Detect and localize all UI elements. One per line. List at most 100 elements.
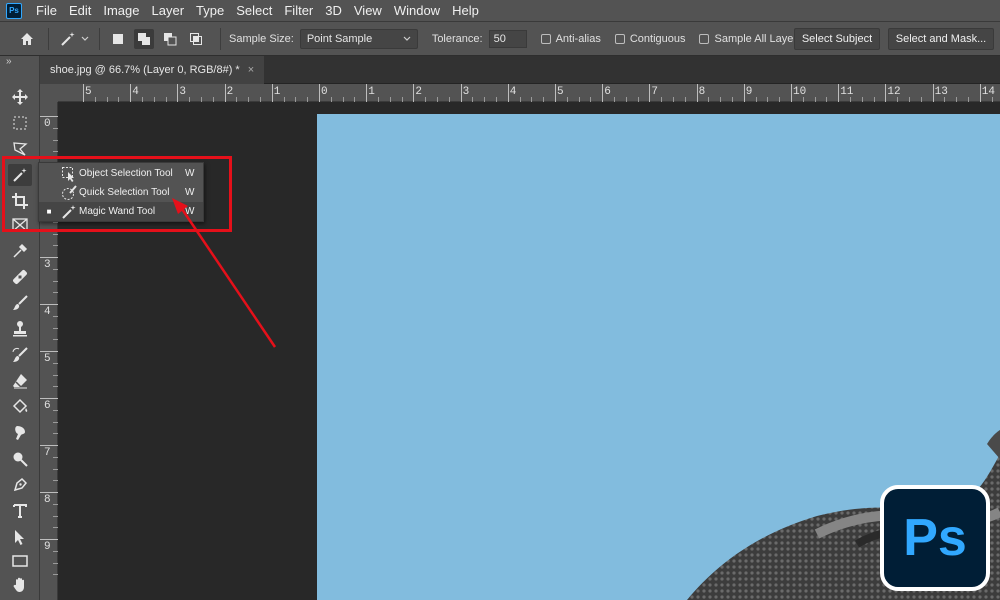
home-icon[interactable]	[16, 28, 38, 50]
ruler-label: 7	[44, 447, 51, 459]
type-tool-icon[interactable]	[8, 500, 32, 522]
menu-file[interactable]: File	[30, 0, 63, 22]
menu-window[interactable]: Window	[388, 0, 446, 22]
clone-stamp-tool-icon[interactable]	[8, 318, 32, 340]
chevron-down-icon[interactable]	[79, 28, 91, 50]
ruler-tick	[649, 84, 651, 102]
contiguous-checkbox[interactable]: Contiguous	[614, 32, 686, 45]
menu-filter[interactable]: Filter	[278, 0, 319, 22]
ruler-label: 1	[368, 86, 375, 98]
smudge-tool-icon[interactable]	[8, 422, 32, 444]
subtract-from-selection-icon[interactable]	[160, 29, 180, 49]
move-tool-icon[interactable]	[8, 86, 32, 108]
ruler-tick	[413, 84, 415, 102]
ruler-tick	[271, 84, 273, 102]
hand-tool-icon[interactable]	[8, 574, 32, 596]
dodge-tool-icon[interactable]	[8, 448, 32, 470]
ruler-label: 2	[415, 86, 422, 98]
magic-wand-preset-icon[interactable]	[57, 28, 79, 50]
ruler-tick	[319, 84, 320, 102]
menu-image[interactable]: Image	[97, 0, 145, 22]
new-selection-icon[interactable]	[108, 29, 128, 49]
sample-size-value: Point Sample	[306, 32, 373, 45]
ruler-tick	[130, 84, 132, 102]
ruler-label: 12	[887, 86, 901, 98]
ruler-label: 4	[132, 86, 139, 98]
history-brush-tool-icon[interactable]	[8, 344, 32, 366]
anti-alias-checkbox[interactable]: Anti-alias	[540, 32, 601, 45]
collapse-panel-icon[interactable]: »	[6, 56, 12, 67]
ruler-tick	[743, 84, 745, 102]
ruler-label: 6	[604, 86, 611, 98]
marquee-tool-icon[interactable]	[8, 112, 32, 134]
menu-bar: Ps File Edit Image Layer Type Select Fil…	[0, 0, 1000, 22]
ruler-tick	[602, 84, 604, 102]
ruler-tick	[40, 351, 58, 352]
divider	[99, 27, 100, 50]
anti-alias-label: Anti-alias	[555, 32, 601, 45]
ruler-tick	[40, 445, 58, 446]
ruler-label: 5	[85, 86, 92, 98]
horizontal-ruler[interactable]: 5 4 3 2 1 0 1 2 3 4 5 6 7 8 9 10 11 12 13 14	[58, 84, 1000, 102]
checkbox-box	[699, 33, 710, 44]
chevron-down-icon	[403, 36, 411, 41]
pen-tool-icon[interactable]	[8, 474, 32, 496]
menu-3d[interactable]: 3D	[319, 0, 348, 22]
menu-type[interactable]: Type	[190, 0, 230, 22]
tolerance-input[interactable]: 50	[488, 29, 527, 48]
eyedropper-tool-icon[interactable]	[8, 240, 32, 262]
ruler-tick	[40, 492, 58, 493]
menu-edit[interactable]: Edit	[63, 0, 97, 22]
ruler-tick	[838, 84, 840, 102]
close-icon[interactable]: ×	[248, 64, 254, 76]
contiguous-label: Contiguous	[629, 32, 686, 45]
ruler-label: 11	[840, 86, 854, 98]
intersect-selection-icon[interactable]	[186, 29, 206, 49]
ruler-label: 5	[44, 353, 51, 365]
tools-panel: »	[0, 56, 40, 600]
healing-brush-tool-icon[interactable]	[8, 266, 32, 288]
menu-help[interactable]: Help	[446, 0, 485, 22]
ruler-tick	[40, 398, 58, 399]
checkbox-box	[540, 33, 551, 44]
ruler-tick	[696, 84, 698, 102]
divider	[48, 27, 49, 50]
paint-bucket-tool-icon[interactable]	[8, 396, 32, 418]
photoshop-logo: Ps	[880, 485, 990, 591]
divider	[220, 27, 221, 50]
sample-size-select[interactable]: Point Sample	[299, 28, 418, 49]
ruler-label: 3	[44, 259, 51, 271]
ruler-origin[interactable]	[40, 84, 58, 102]
add-to-selection-icon[interactable]	[134, 28, 154, 49]
ruler-tick	[885, 84, 887, 102]
annotation-highlight-box	[2, 156, 232, 232]
menu-select[interactable]: Select	[230, 0, 278, 22]
menu-view[interactable]: View	[348, 0, 388, 22]
checkbox-box	[614, 33, 625, 44]
sample-all-layers-label: Sample All Layers	[714, 32, 803, 45]
ruler-label: 4	[509, 86, 517, 98]
ruler-tick	[932, 84, 934, 102]
menu-layer[interactable]: Layer	[146, 0, 191, 22]
select-and-mask-button[interactable]: Select and Mask...	[888, 28, 994, 50]
select-subject-button[interactable]: Select Subject	[794, 28, 880, 50]
rectangle-tool-icon[interactable]	[8, 550, 32, 572]
document-tab-bar: shoe.jpg @ 66.7% (Layer 0, RGB/8#) * ×	[40, 56, 1000, 84]
ruler-tick	[40, 304, 58, 305]
ruler-label: 1	[273, 86, 281, 98]
eraser-tool-icon[interactable]	[8, 370, 32, 392]
ruler-label: 14	[981, 86, 995, 98]
ruler-label: 8	[44, 494, 51, 506]
ruler-label: 9	[745, 86, 753, 98]
ruler-tick	[40, 539, 58, 540]
ruler-tick	[224, 84, 226, 102]
path-selection-tool-icon[interactable]	[8, 526, 32, 548]
ruler-label: 7	[651, 86, 658, 98]
tolerance-label: Tolerance:	[431, 32, 483, 45]
document-tab[interactable]: shoe.jpg @ 66.7% (Layer 0, RGB/8#) * ×	[40, 56, 264, 84]
photoshop-app-icon[interactable]: Ps	[6, 2, 22, 19]
ruler-tick	[979, 84, 981, 102]
brush-tool-icon[interactable]	[8, 292, 32, 314]
sample-all-layers-checkbox[interactable]: Sample All Layers	[699, 32, 803, 45]
options-bar: Sample Size: Point Sample Tolerance: 50 …	[0, 22, 1000, 56]
